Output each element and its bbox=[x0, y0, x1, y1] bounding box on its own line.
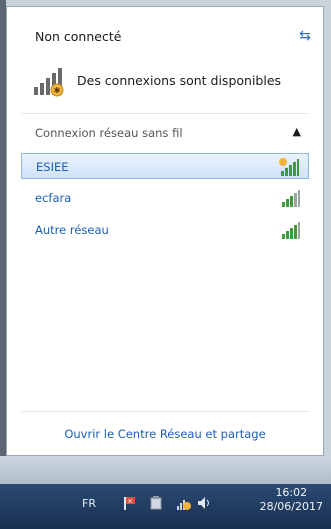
divider bbox=[21, 411, 309, 412]
signal-strength-icon bbox=[282, 222, 300, 239]
network-name: Autre réseau bbox=[35, 223, 109, 237]
section-label: Connexion réseau sans fil bbox=[35, 126, 183, 140]
clock-date: 28/06/2017 bbox=[259, 500, 323, 513]
removable-device-icon[interactable] bbox=[148, 495, 164, 511]
divider bbox=[21, 113, 309, 114]
network-item-ecfara[interactable]: ecfara bbox=[21, 185, 309, 211]
taskbar-clock[interactable]: 16:02 28/06/2017 bbox=[260, 486, 323, 514]
signal-strength-icon bbox=[282, 190, 300, 207]
available-connections-text: Des connexions sont disponibles bbox=[77, 73, 282, 88]
network-flyout: Non connecté ⇆ ✱ Des connexions sont dis… bbox=[6, 6, 324, 456]
chevron-up-icon[interactable]: ▲ bbox=[293, 125, 301, 138]
clock-time: 16:02 bbox=[275, 486, 308, 499]
svg-text:✱: ✱ bbox=[54, 86, 61, 95]
refresh-icon[interactable]: ⇆ bbox=[297, 28, 313, 44]
action-center-flag-icon[interactable]: ✕ bbox=[122, 495, 138, 511]
svg-text:✕: ✕ bbox=[127, 498, 132, 505]
window-frame-bottom bbox=[0, 456, 331, 484]
signal-secured-warning-icon bbox=[279, 158, 299, 176]
network-name: ESIEE bbox=[36, 160, 69, 174]
wireless-section-header[interactable]: Connexion réseau sans fil ▲ bbox=[21, 121, 309, 147]
open-network-center-link[interactable]: Ouvrir le Centre Réseau et partage bbox=[7, 427, 323, 441]
language-indicator[interactable]: FR bbox=[82, 497, 96, 510]
connection-status: Non connecté bbox=[35, 29, 122, 44]
network-name: ecfara bbox=[35, 191, 72, 205]
network-warning-icon: ✱ bbox=[34, 68, 64, 97]
available-connections-row: ✱ Des connexions sont disponibles bbox=[33, 63, 303, 97]
network-item-other[interactable]: Autre réseau bbox=[21, 217, 309, 243]
volume-icon[interactable] bbox=[196, 495, 212, 511]
network-tray-warning-icon[interactable] bbox=[176, 495, 192, 511]
network-item-esiee[interactable]: ESIEE bbox=[21, 153, 309, 179]
